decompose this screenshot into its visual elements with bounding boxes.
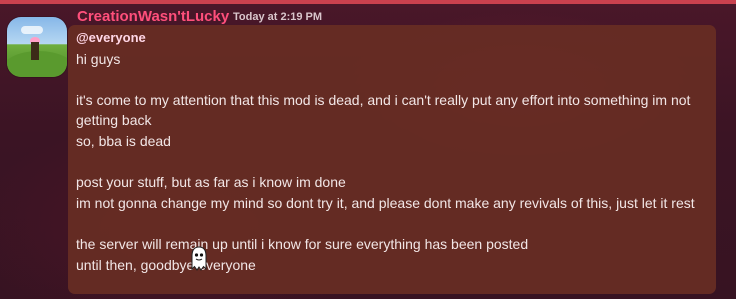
chat-message: CreationWasn'tLucky Today at 2:19 PM @ev…	[0, 4, 736, 299]
avatar[interactable]	[7, 17, 67, 77]
message-author[interactable]: CreationWasn'tLucky	[77, 8, 229, 25]
ghost-cursor-icon	[191, 246, 207, 271]
message-line: so, bba is dead	[76, 132, 171, 149]
message-timestamp[interactable]: Today at 2:19 PM	[233, 11, 322, 23]
avatar-figure	[31, 42, 39, 60]
message-line: it's come to my attention that this mod …	[76, 91, 691, 129]
message-line: hi guys	[76, 50, 121, 67]
message-line: post your stuff, but as far as i know im…	[76, 174, 346, 191]
message-line: the server will remain up until i know f…	[76, 235, 529, 252]
message-line: until then, goodbye everyone	[76, 256, 256, 273]
message-content: @everyone hi guys it's come to my attent…	[76, 27, 712, 275]
message-line: im not gonna change my mind so dont try …	[76, 194, 695, 211]
avatar-cloud	[21, 26, 43, 34]
everyone-mention[interactable]: @everyone	[76, 28, 146, 49]
